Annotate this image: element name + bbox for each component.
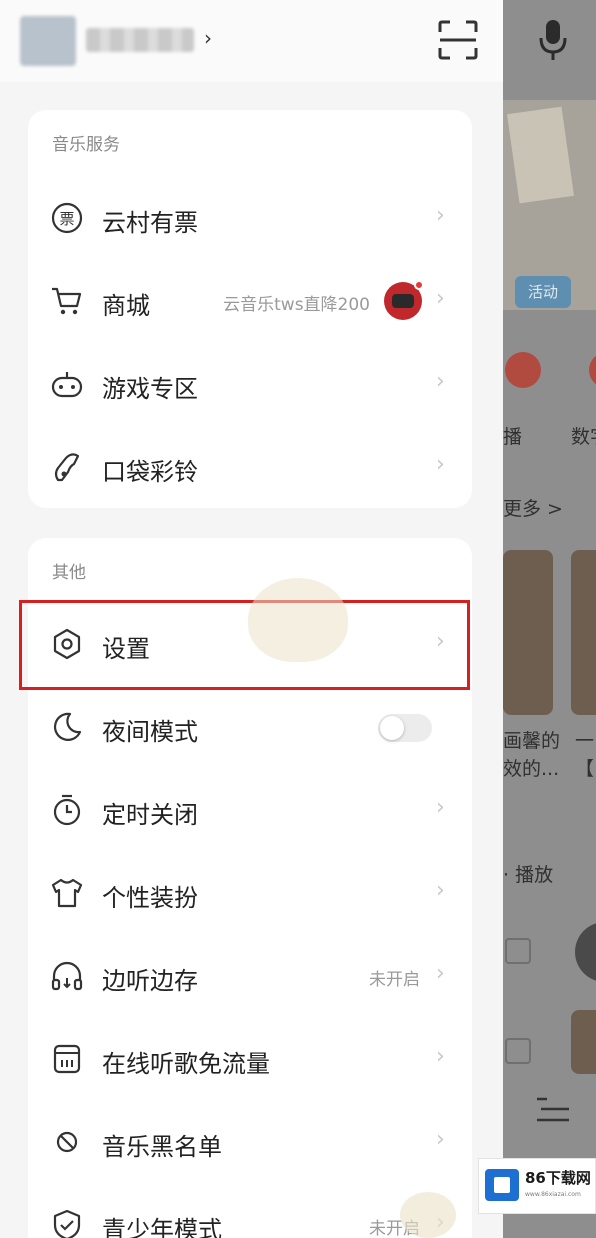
background-play-label[interactable]: · 播放 bbox=[503, 860, 553, 887]
menu-item-blacklist[interactable]: 音乐黑名单 › bbox=[28, 1101, 472, 1184]
menu-item-ringtone[interactable]: 口袋彩铃 › bbox=[28, 426, 472, 509]
tshirt-icon bbox=[51, 878, 83, 908]
menu-item-sleep-timer[interactable]: 定时关闭 › bbox=[28, 769, 472, 852]
shield-check-icon bbox=[53, 1209, 81, 1238]
menu-item-label: 云村有票 bbox=[102, 209, 198, 237]
watermark-mascot bbox=[248, 578, 348, 662]
cart-icon bbox=[52, 287, 82, 315]
menu-item-label: 边听边存 bbox=[102, 967, 198, 995]
microphone-icon[interactable] bbox=[537, 18, 569, 62]
background-shortcut-icon[interactable] bbox=[589, 352, 596, 388]
section-title: 其他 bbox=[52, 563, 86, 583]
menu-item-free-data[interactable]: 在线听歌免流量 › bbox=[28, 1018, 472, 1101]
menu-item-cache-while-listening[interactable]: 边听边存 未开启 › bbox=[28, 935, 472, 1018]
background-shortcut-label: 播 bbox=[503, 426, 523, 448]
background-avatar[interactable] bbox=[575, 922, 596, 982]
watermark-mascot bbox=[400, 1192, 456, 1238]
menu-item-label: 口袋彩铃 bbox=[102, 458, 198, 486]
music-services-card: 音乐服务 票 云村有票 › 商城 云音乐tws直降200 › 游戏专区 › 口袋… bbox=[28, 110, 472, 508]
chevron-right-icon: › bbox=[436, 452, 445, 477]
background-play-icon[interactable] bbox=[505, 938, 531, 964]
menu-item-label: 定时关闭 bbox=[102, 801, 198, 829]
status-text: 未开启 bbox=[369, 970, 420, 990]
gamepad-icon bbox=[51, 372, 83, 398]
drawer-header: › bbox=[0, 0, 503, 82]
timer-icon bbox=[53, 794, 81, 826]
menu-item-mall[interactable]: 商城 云音乐tws直降200 › bbox=[28, 260, 472, 343]
chevron-right-icon: › bbox=[436, 961, 445, 986]
menu-item-theme[interactable]: 个性装扮 › bbox=[28, 852, 472, 935]
menu-item-ticket[interactable]: 票 云村有票 › bbox=[28, 177, 472, 260]
chevron-right-icon: › bbox=[436, 878, 445, 903]
watermark-title: 86下载网 bbox=[525, 1169, 591, 1187]
ticket-icon: 票 bbox=[51, 202, 83, 234]
block-icon bbox=[56, 1131, 78, 1153]
menu-item-label: 夜间模式 bbox=[102, 718, 198, 746]
settings-highlight-box bbox=[19, 600, 470, 690]
watermark-logo-icon bbox=[485, 1169, 519, 1201]
menu-item-label: 游戏专区 bbox=[102, 375, 198, 403]
svg-text:票: 票 bbox=[59, 210, 74, 228]
headphones-icon bbox=[51, 961, 83, 991]
notification-dot bbox=[414, 280, 424, 290]
background-card-title: 画馨的 bbox=[503, 730, 561, 752]
background-tag[interactable]: 活动 bbox=[515, 276, 571, 308]
side-drawer: › 音乐服务 票 云村有票 › 商城 云音乐tws直降200 › 游戏专区 › … bbox=[0, 0, 503, 1238]
background-shortcut-label: 数字 bbox=[571, 426, 596, 448]
site-watermark: 86下载网 www.86xiazai.com bbox=[478, 1158, 596, 1214]
menu-item-label: 个性装扮 bbox=[102, 884, 198, 912]
playlist-icon[interactable] bbox=[537, 1095, 569, 1125]
background-shortcut-icon[interactable] bbox=[505, 352, 541, 388]
chevron-right-icon: › bbox=[436, 795, 445, 820]
ringtone-icon bbox=[54, 453, 80, 482]
moon-icon bbox=[53, 712, 82, 741]
background-card-image[interactable] bbox=[503, 550, 553, 715]
chevron-right-icon: › bbox=[436, 1044, 445, 1069]
menu-item-label: 音乐黑名单 bbox=[102, 1133, 222, 1161]
sim-card-icon bbox=[53, 1044, 81, 1074]
background-card-title: 效的... bbox=[503, 758, 560, 780]
promo-text: 云音乐tws直降200 bbox=[223, 295, 370, 315]
background-card-title: 一 bbox=[575, 730, 595, 752]
chevron-right-icon: › bbox=[436, 1127, 445, 1152]
chevron-right-icon: › bbox=[436, 369, 445, 394]
night-mode-toggle[interactable] bbox=[378, 714, 432, 742]
chevron-right-icon: › bbox=[436, 203, 445, 228]
watermark-url: www.86xiazai.com bbox=[525, 1191, 581, 1198]
section-title: 音乐服务 bbox=[52, 135, 120, 155]
menu-item-label: 商城 bbox=[102, 292, 150, 320]
user-name-blurred[interactable] bbox=[86, 28, 194, 52]
background-card-image[interactable] bbox=[571, 550, 596, 715]
background-card-title: 【 bbox=[575, 758, 595, 780]
chevron-right-icon: › bbox=[436, 286, 445, 311]
background-page: 活动 播 数字 更多 > 画馨的 效的... 一 【 · 播放 bbox=[503, 0, 596, 1238]
menu-item-label: 青少年模式 bbox=[102, 1216, 222, 1238]
menu-item-label: 在线听歌免流量 bbox=[102, 1050, 270, 1078]
background-play-icon[interactable] bbox=[505, 1038, 531, 1064]
menu-item-games[interactable]: 游戏专区 › bbox=[28, 343, 472, 426]
menu-item-night-mode[interactable]: 夜间模式 bbox=[28, 686, 472, 769]
chevron-right-icon[interactable]: › bbox=[204, 26, 212, 50]
scan-icon[interactable] bbox=[438, 20, 478, 60]
background-card-image[interactable] bbox=[571, 1010, 596, 1074]
background-more-link[interactable]: 更多 > bbox=[503, 494, 563, 521]
user-avatar[interactable] bbox=[20, 16, 76, 66]
